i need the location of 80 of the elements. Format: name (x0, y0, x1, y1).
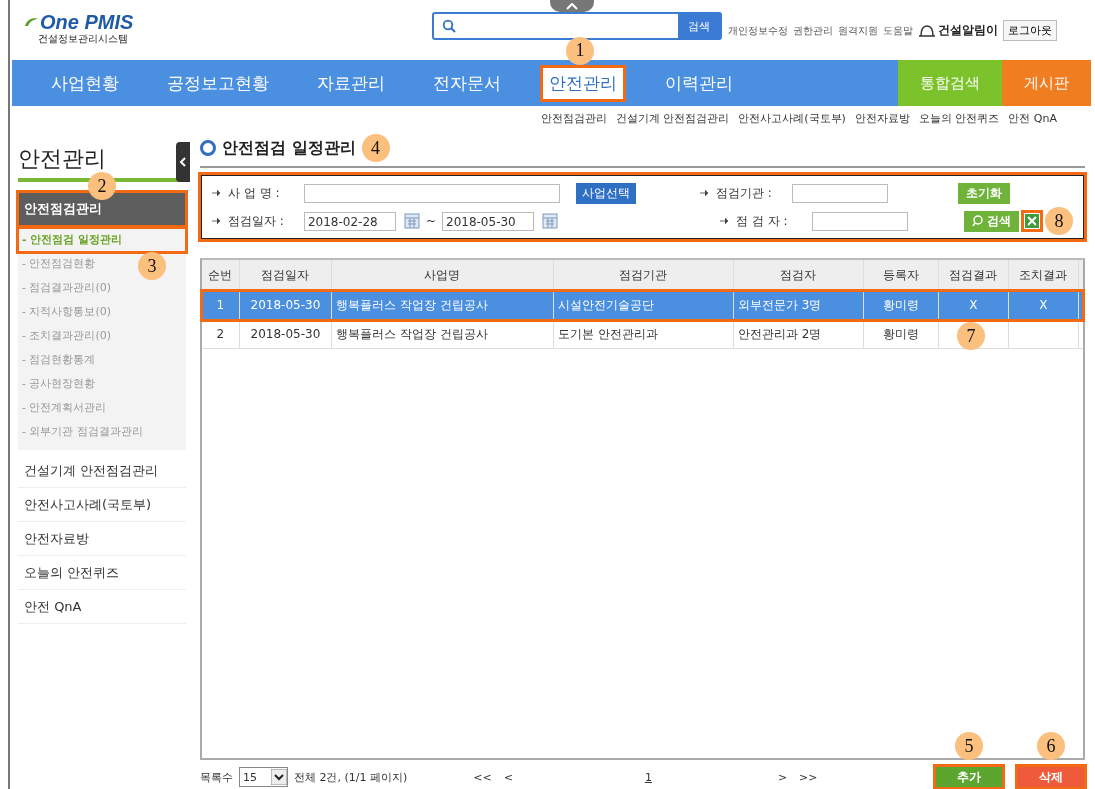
select-button[interactable]: 사업선택 (575, 182, 636, 204)
date-field[interactable]: 2018-05-30 (442, 211, 534, 231)
swoosh-icon (24, 16, 40, 28)
header-link[interactable]: 원격지원 (838, 23, 878, 38)
next-page-link[interactable]: > (777, 770, 788, 784)
table-cell: 황미령 (863, 291, 939, 319)
dropdown-icon (270, 769, 287, 785)
alert-link[interactable]: 건설알림이 (918, 22, 998, 39)
search-icon (442, 19, 456, 33)
logo-subtitle: 건설정보관리시스템 (38, 32, 129, 46)
table-cell: 안전관리과 2명 (733, 320, 864, 348)
field-label: 점검기관 : (715, 184, 773, 202)
table-cell: 행복플러스 작업장 건립공사 (331, 320, 554, 348)
page-title: 안전점검 일정관리 (221, 137, 356, 159)
chevron-up-icon (566, 2, 578, 10)
sub-menu-link[interactable]: 오늘의 안전퀴즈 (918, 110, 1000, 126)
table-cell: 1 (201, 291, 240, 319)
table-cell: X (938, 291, 1009, 319)
callout-badge: 8 (1045, 207, 1073, 235)
callout-badge: 3 (138, 252, 166, 280)
callout-badge: 6 (1037, 732, 1065, 760)
field-label: 점 검 자 : (736, 212, 789, 230)
nav-tab[interactable]: 안전관리 (542, 66, 624, 100)
page-size-select[interactable]: 15 (238, 767, 288, 787)
header-link[interactable]: 도움말 (883, 23, 913, 38)
sub-menu-link[interactable]: 안전자료방 (854, 110, 910, 126)
prev-page-link[interactable]: < (503, 770, 513, 784)
field-label: 사 업 명 : (227, 184, 281, 202)
sub-menu-link[interactable]: 안전사고사례(국토부) (738, 110, 846, 126)
table-cell: 황미령 (863, 320, 939, 348)
total-count: 전체 2건, (1/1 페이지) (293, 769, 408, 785)
sidebar-item[interactable]: 건설기계 안전점검관리 (18, 454, 186, 488)
excel-button[interactable] (1023, 212, 1041, 230)
table-cell: 시설안전기술공단 (553, 291, 734, 319)
logo-brand: One PMIS (24, 12, 224, 32)
table-cell: X (1008, 291, 1079, 319)
table-cell: 2018-05-30 (239, 291, 332, 319)
table-cell: 2 (201, 320, 240, 348)
last-page-link[interactable]: >> (799, 770, 818, 784)
callout-badge: 5 (955, 732, 983, 760)
search-field[interactable]: 검색 (432, 12, 722, 40)
callout-badge: 2 (88, 172, 116, 200)
sidebar-title: 안전관리 (18, 145, 106, 173)
table-cell: 도기본 안전관리과 (553, 320, 734, 348)
range-separator: ~ (425, 214, 436, 228)
logo[interactable]: One PMIS 건설정보관리시스템 (24, 12, 224, 46)
first-page-link[interactable]: << (473, 770, 492, 784)
chevron-left-icon (178, 157, 187, 167)
sidebar-item[interactable]: 안전사고사례(국토부) (18, 488, 186, 522)
input-field[interactable] (791, 183, 888, 203)
callout-badge: 1 (566, 36, 594, 65)
header-link[interactable]: 권한관리 (793, 23, 833, 38)
table-cell: 2018-05-30 (239, 320, 332, 348)
table-cell: 행복플러스 작업장 건립공사 (331, 291, 554, 319)
sub-menu-link[interactable]: 건설기계 안전점검관리 (615, 110, 730, 126)
page-size-label: 목록수 (199, 769, 233, 785)
header-link[interactable]: 개인정보수정 (728, 23, 788, 38)
sidebar-item[interactable]: 오늘의 안전퀴즈 (18, 556, 186, 590)
search-icon (972, 215, 984, 227)
input-field[interactable] (303, 183, 560, 203)
bullet-icon (199, 140, 216, 156)
calendar-icon[interactable] (542, 213, 558, 229)
field-label: 점검일자 : (227, 212, 285, 230)
bell-icon (918, 23, 936, 38)
sidebar-item[interactable]: 안전 QnA (18, 590, 186, 624)
sidebar-item[interactable]: 안전점검관리 (18, 192, 186, 226)
callout-badge: 4 (361, 134, 390, 162)
date-field[interactable]: 2018-02-28 (303, 211, 396, 231)
sub-menu-link[interactable]: 안전 QnA (1008, 110, 1057, 126)
table-cell: 외부전문가 3명 (733, 291, 864, 319)
input-field[interactable] (812, 211, 908, 231)
page-link[interactable]: 1 (644, 770, 652, 784)
sub-menu-link[interactable]: 안전점검관리 (540, 110, 607, 126)
calendar-icon[interactable] (403, 213, 420, 229)
search-button[interactable]: 검색 (678, 14, 720, 38)
sidebar-item[interactable]: 안전자료방 (18, 522, 186, 556)
sidebar-toggle[interactable] (175, 142, 190, 182)
callout-badge: 7 (956, 322, 985, 350)
logout-button[interactable]: 로그아웃 (1003, 20, 1057, 41)
collapse-tab[interactable] (550, 0, 594, 12)
